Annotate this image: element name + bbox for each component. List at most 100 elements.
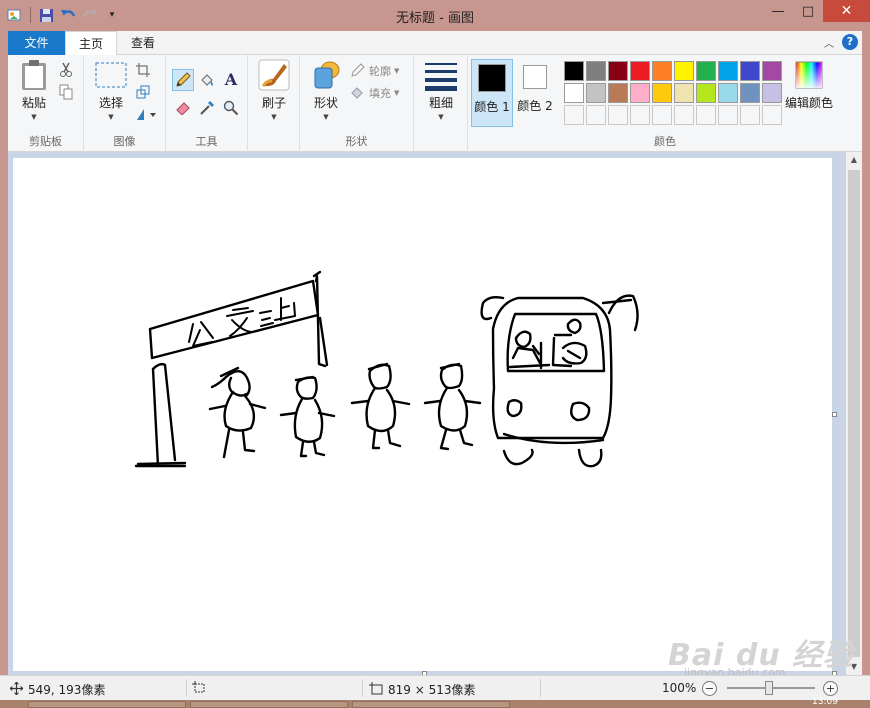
shapes-dropdown-icon[interactable]: ▼	[305, 113, 347, 121]
cursor-position: 549, 193像素	[9, 681, 105, 698]
person-figure	[350, 362, 411, 450]
resize-icon[interactable]	[134, 83, 152, 101]
scroll-thumb[interactable]	[848, 170, 860, 657]
status-bar: 549, 193像素 819 × 513像素 100% − +	[0, 675, 870, 700]
color-swatch[interactable]	[696, 83, 716, 103]
taskbar-button[interactable]	[352, 701, 510, 708]
help-icon[interactable]: ?	[842, 34, 858, 50]
paste-dropdown-icon[interactable]: ▼	[13, 113, 55, 121]
paste-button[interactable]: 粘贴 ▼	[13, 59, 55, 121]
edit-colors-button[interactable]: 编辑颜色	[778, 59, 840, 111]
crop-icon[interactable]	[134, 61, 152, 79]
scroll-up-icon[interactable]: ▲	[846, 152, 862, 168]
zoom-slider-thumb[interactable]	[765, 681, 773, 695]
image-size: 819 × 513像素	[369, 681, 476, 698]
size-dropdown-icon[interactable]: ▼	[420, 113, 462, 121]
color-swatch[interactable]	[674, 83, 694, 103]
color-swatch[interactable]	[740, 61, 760, 81]
zoom-in-button[interactable]: +	[823, 681, 838, 696]
size-button[interactable]: 粗细 ▼	[420, 59, 462, 121]
size-icon	[425, 59, 457, 91]
color-swatch[interactable]	[586, 83, 606, 103]
select-button[interactable]: 选择 ▼	[90, 59, 132, 121]
edit-colors-icon	[793, 59, 825, 91]
tab-view[interactable]: 查看	[120, 31, 166, 55]
shapes-button[interactable]: 形状 ▼	[305, 59, 347, 121]
custom-color-slot[interactable]	[652, 105, 672, 125]
status-separator	[362, 679, 363, 697]
outline-button[interactable]: 轮廓 ▼	[350, 62, 399, 80]
text-icon[interactable]: A	[222, 70, 240, 89]
color-swatch[interactable]	[586, 61, 606, 81]
watermark: Bai du 经验 jingyan.baidu.com	[668, 630, 854, 679]
color1-swatch	[478, 64, 506, 92]
custom-color-slot[interactable]	[718, 105, 738, 125]
canvas-workspace[interactable]: 公交站	[8, 152, 846, 676]
color-swatch[interactable]	[696, 61, 716, 81]
image-size-text: 819 × 513像素	[388, 683, 476, 697]
color-swatch[interactable]	[630, 61, 650, 81]
drawing: 公交站	[134, 270, 639, 468]
custom-color-slot[interactable]	[564, 105, 584, 125]
fill-icon[interactable]	[198, 71, 216, 89]
drawing-canvas[interactable]: 公交站	[13, 158, 832, 671]
collapse-ribbon-icon[interactable]: ︿	[824, 35, 834, 50]
custom-color-slot[interactable]	[608, 105, 628, 125]
tab-home[interactable]: 主页	[65, 31, 117, 56]
rotate-icon[interactable]	[134, 105, 158, 123]
color1-label: 颜色 1	[474, 100, 510, 114]
custom-color-slot[interactable]	[696, 105, 716, 125]
paste-icon	[18, 59, 50, 91]
pencil-icon[interactable]	[172, 69, 194, 91]
status-separator	[186, 679, 187, 697]
taskbar-button[interactable]	[28, 701, 186, 708]
minimize-button[interactable]: —	[763, 0, 793, 22]
size-group: 粗细 ▼	[414, 55, 468, 152]
resize-handle-right[interactable]	[832, 412, 837, 417]
color-swatch[interactable]	[630, 83, 650, 103]
maximize-button[interactable]: □	[793, 0, 823, 22]
color2-button[interactable]: 颜色 2	[514, 59, 556, 127]
select-label: 选择	[98, 96, 123, 110]
brushes-button[interactable]: 刷子 ▼	[253, 59, 295, 121]
close-button[interactable]: ✕	[823, 0, 870, 22]
cut-icon[interactable]	[57, 61, 75, 79]
fill-button[interactable]: 填充 ▼	[350, 84, 399, 102]
custom-color-slot[interactable]	[674, 105, 694, 125]
eraser-icon[interactable]	[174, 99, 192, 117]
zoom-slider[interactable]	[727, 681, 815, 695]
color-swatch[interactable]	[564, 83, 584, 103]
color-swatch[interactable]	[740, 83, 760, 103]
custom-color-slot[interactable]	[630, 105, 650, 125]
vertical-scrollbar[interactable]: ▲ ▼	[846, 152, 862, 675]
image-group-label: 图像	[113, 135, 136, 148]
color1-button[interactable]: 颜色 1	[471, 59, 513, 127]
tab-file[interactable]: 文件	[8, 31, 65, 55]
window-title: 无标题 - 画图	[396, 11, 474, 26]
ribbon-tabs: 文件 主页 查看 ︿ ?	[8, 31, 862, 56]
color-swatch[interactable]	[564, 61, 584, 81]
image-size-icon	[369, 681, 383, 698]
taskbar-button[interactable]	[190, 701, 348, 708]
color-swatch[interactable]	[608, 61, 628, 81]
color-swatch[interactable]	[718, 61, 738, 81]
color-swatch[interactable]	[652, 83, 672, 103]
magnifier-icon[interactable]	[222, 99, 240, 117]
color-picker-icon[interactable]	[198, 99, 216, 117]
title-bar: ▾ 无标题 - 画图 — □ ✕	[0, 0, 870, 31]
fill-dropdown-icon: ▼	[394, 89, 400, 97]
custom-color-slot[interactable]	[740, 105, 760, 125]
zoom-out-button[interactable]: −	[702, 681, 717, 696]
color-swatch[interactable]	[674, 61, 694, 81]
custom-color-slot[interactable]	[586, 105, 606, 125]
color-swatch[interactable]	[718, 83, 738, 103]
color-swatch[interactable]	[608, 83, 628, 103]
shapes-group-label: 形状	[345, 135, 368, 148]
copy-icon[interactable]	[57, 83, 75, 101]
brushes-dropdown-icon[interactable]: ▼	[253, 113, 295, 121]
fill-shape-icon	[350, 85, 366, 102]
select-dropdown-icon[interactable]: ▼	[90, 113, 132, 121]
person-figure	[423, 362, 482, 451]
window-controls: — □ ✕	[763, 0, 870, 22]
color-swatch[interactable]	[652, 61, 672, 81]
